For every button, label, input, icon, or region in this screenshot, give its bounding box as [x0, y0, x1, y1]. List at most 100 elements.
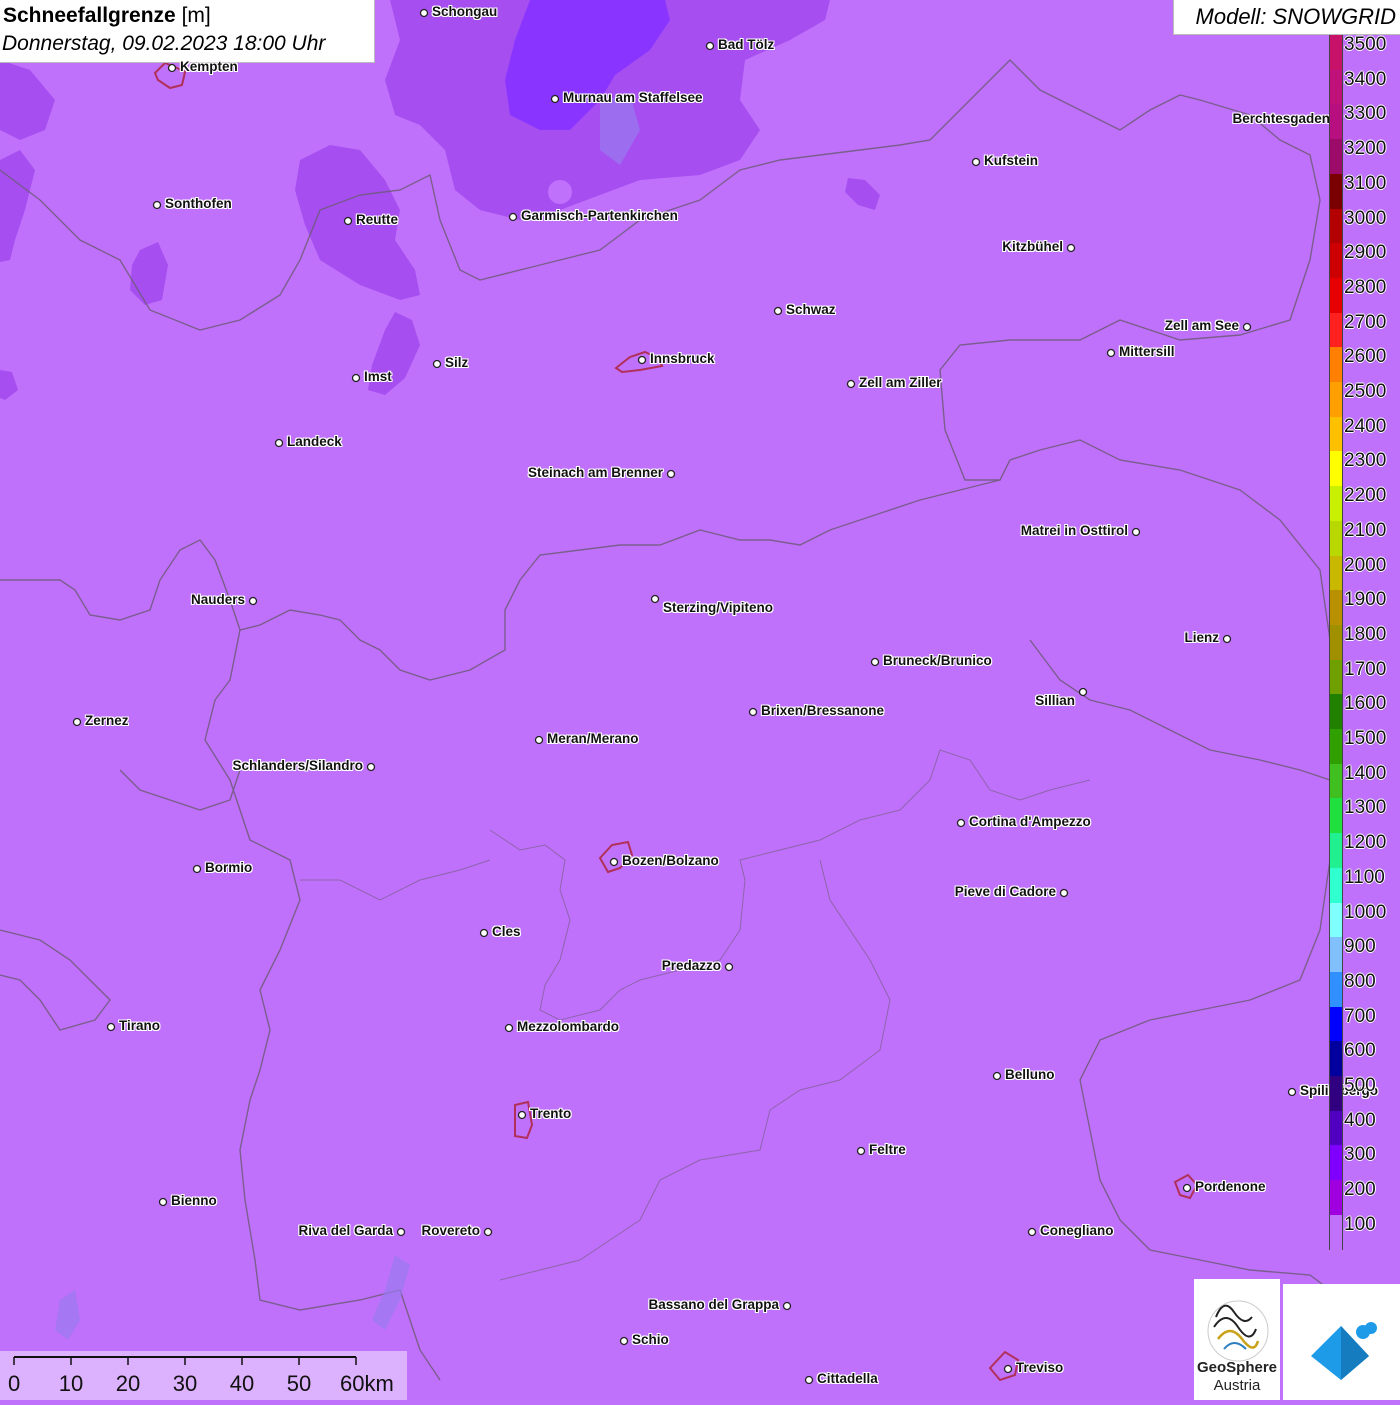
city-label: Rovereto [421, 1223, 480, 1238]
city-marker-dot[interactable] [106, 1022, 116, 1032]
app-logo[interactable] [1283, 1284, 1400, 1400]
city-label: Berchtesgaden [1232, 111, 1330, 126]
city-marker-dot[interactable] [366, 762, 376, 772]
city-label: Trento [530, 1106, 572, 1121]
city-marker-dot[interactable] [609, 857, 619, 867]
city-label: Kufstein [984, 153, 1038, 168]
city-marker-dot[interactable] [705, 41, 715, 51]
legend-swatch [1329, 867, 1343, 903]
zone-hole [548, 180, 572, 204]
city-marker-dot[interactable] [248, 596, 258, 606]
city-marker-dot[interactable] [773, 306, 783, 316]
city-marker-dot[interactable] [870, 657, 880, 667]
legend-swatch [1329, 243, 1343, 279]
legend-label: 600 [1344, 1040, 1376, 1062]
city-marker-dot[interactable] [517, 1110, 527, 1120]
city-marker-dot[interactable] [619, 1336, 629, 1346]
city-marker-dot[interactable] [396, 1227, 406, 1237]
city-label: Imst [364, 369, 392, 384]
city-label: Bozen/Bolzano [622, 853, 719, 868]
city-marker-dot[interactable] [1182, 1183, 1192, 1193]
legend-label: 1100 [1344, 866, 1385, 888]
legend-swatch [1329, 208, 1343, 244]
city-marker-dot[interactable] [72, 717, 82, 727]
city-marker-dot[interactable] [343, 216, 353, 226]
legend-swatch [1329, 277, 1343, 314]
city-marker-dot[interactable] [504, 1023, 514, 1033]
city-marker-dot[interactable] [1242, 322, 1252, 332]
city-marker-dot[interactable] [192, 864, 202, 874]
legend-label: 500 [1344, 1075, 1376, 1096]
legend-label: 1400 [1344, 762, 1387, 784]
city-marker-dot[interactable] [666, 469, 676, 479]
model-name: Modell: SNOWGRID [1195, 4, 1396, 29]
city-label: Belluno [1005, 1067, 1055, 1082]
city-marker-dot[interactable] [846, 379, 856, 389]
city-label: Garmisch-Partenkirchen [521, 208, 678, 223]
city-marker-dot[interactable] [724, 962, 734, 972]
city-marker-dot[interactable] [152, 200, 162, 210]
forecast-datetime: Donnerstag, 09.02.2023 18:00 Uhr [2, 32, 326, 55]
city-marker-dot[interactable] [483, 1227, 493, 1237]
city-marker-dot[interactable] [274, 438, 284, 448]
city-marker-dot[interactable] [637, 355, 647, 365]
legend-swatch [1329, 763, 1343, 799]
city-marker-dot[interactable] [1078, 687, 1088, 697]
geosphere-logo[interactable]: GeoSphere Austria [1194, 1279, 1280, 1400]
legend-label: 2400 [1344, 415, 1387, 437]
city-marker-dot[interactable] [158, 1197, 168, 1207]
city-marker-dot[interactable] [419, 8, 429, 18]
city-marker-dot[interactable] [856, 1146, 866, 1156]
city-marker-dot[interactable] [1059, 888, 1069, 898]
legend-swatch [1329, 486, 1343, 522]
city-marker-dot[interactable] [1003, 1364, 1013, 1374]
city-marker-dot[interactable] [508, 212, 518, 222]
city-marker-dot[interactable] [956, 818, 966, 828]
city-label: Schongau [432, 4, 498, 19]
legend-label: 2000 [1344, 554, 1387, 576]
city-marker-dot[interactable] [1027, 1227, 1037, 1237]
legend-label: 2200 [1344, 485, 1387, 507]
legend-label: 3000 [1344, 207, 1387, 229]
city-label: Sillian [1035, 693, 1075, 708]
legend-swatch [1329, 139, 1343, 175]
city-marker-dot[interactable] [1222, 634, 1232, 644]
city-marker-dot[interactable] [1131, 527, 1141, 537]
legend-swatch [1329, 694, 1343, 730]
city-marker-dot[interactable] [479, 928, 489, 938]
city-marker-dot[interactable] [804, 1375, 814, 1385]
legend-label: 300 [1344, 1144, 1376, 1166]
city-label: Kempten [180, 59, 238, 74]
scale-label: 40 [229, 1371, 255, 1396]
city-label: Matrei in Osttirol [1020, 523, 1128, 538]
city-label: Treviso [1016, 1360, 1064, 1375]
legend-label: 1700 [1344, 658, 1387, 680]
legend-label: 1200 [1344, 832, 1387, 854]
city-marker-dot[interactable] [167, 63, 177, 73]
city-label: Cittadella [817, 1371, 878, 1386]
city-label: Pordenone [1195, 1179, 1266, 1194]
city-marker-dot[interactable] [992, 1071, 1002, 1081]
city-marker-dot[interactable] [1066, 243, 1076, 253]
scale-label: 60km [340, 1371, 394, 1396]
city-marker-dot[interactable] [650, 594, 660, 604]
city-marker-dot[interactable] [534, 735, 544, 745]
city-label: Pieve di Cadore [954, 884, 1056, 899]
city-marker-dot[interactable] [1106, 348, 1116, 358]
city-label: Zernez [85, 713, 129, 728]
legend-label: 1000 [1344, 901, 1387, 923]
city-marker-dot[interactable] [1287, 1087, 1297, 1097]
city-marker-dot[interactable] [432, 359, 442, 369]
city-label: Bienno [171, 1193, 217, 1208]
city-label: Feltre [869, 1142, 906, 1157]
city-marker-dot[interactable] [550, 94, 560, 104]
city-marker-dot[interactable] [971, 157, 981, 167]
legend-label: 3300 [1344, 103, 1387, 125]
legend-swatch [1329, 1145, 1343, 1181]
city-label: Steinach am Brenner [527, 465, 663, 480]
legend-swatch [1329, 902, 1343, 938]
city-marker-dot[interactable] [351, 373, 361, 383]
city-marker-dot[interactable] [748, 707, 758, 717]
city-marker-dot[interactable] [782, 1301, 792, 1311]
city-label: Mezzolombardo [517, 1019, 620, 1034]
